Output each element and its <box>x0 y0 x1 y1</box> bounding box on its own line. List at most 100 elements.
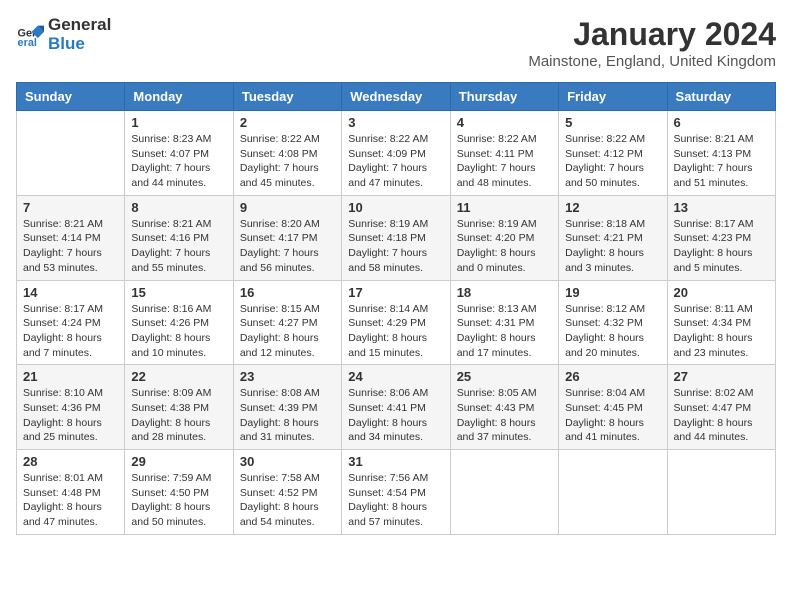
calendar-cell: 4 Sunrise: 8:22 AMSunset: 4:11 PMDaylight… <box>450 111 558 196</box>
day-number: 9 <box>240 200 335 215</box>
day-number: 18 <box>457 285 552 300</box>
day-info: Sunrise: 8:17 AMSunset: 4:23 PMDaylight:… <box>674 217 769 276</box>
calendar-cell: 16Sunrise: 8:15 AMSunset: 4:27 PMDayligh… <box>233 280 341 365</box>
weekday-header-thursday: Thursday <box>450 83 558 111</box>
day-info: Sunrise: 8:22 AMSunset: 4:11 PMDaylight:… <box>457 132 552 191</box>
calendar-cell <box>17 111 125 196</box>
day-number: 10 <box>348 200 443 215</box>
day-info: Sunrise: 8:02 AMSunset: 4:47 PMDaylight:… <box>674 386 769 445</box>
calendar-cell: 8 Sunrise: 8:21 AMSunset: 4:16 PMDaylight… <box>125 195 233 280</box>
day-number: 14 <box>23 285 118 300</box>
calendar-cell: 26Sunrise: 8:04 AMSunset: 4:45 PMDayligh… <box>559 365 667 450</box>
day-number: 30 <box>240 454 335 469</box>
day-number: 22 <box>131 369 226 384</box>
day-info: Sunrise: 8:09 AMSunset: 4:38 PMDaylight:… <box>131 386 226 445</box>
calendar-cell: 19Sunrise: 8:12 AMSunset: 4:32 PMDayligh… <box>559 280 667 365</box>
day-info: Sunrise: 8:21 AMSunset: 4:14 PMDaylight:… <box>23 217 118 276</box>
day-number: 21 <box>23 369 118 384</box>
day-number: 29 <box>131 454 226 469</box>
day-number: 11 <box>457 200 552 215</box>
day-info: Sunrise: 8:05 AMSunset: 4:43 PMDaylight:… <box>457 386 552 445</box>
day-info: Sunrise: 8:21 AMSunset: 4:13 PMDaylight:… <box>674 132 769 191</box>
calendar-cell: 24 Sunrise: 8:06 AMSunset: 4:41 PMDayligh… <box>342 365 450 450</box>
day-number: 25 <box>457 369 552 384</box>
calendar-cell: 14 Sunrise: 8:17 AMSunset: 4:24 PMDayligh… <box>17 280 125 365</box>
weekday-header-row: SundayMondayTuesdayWednesdayThursdayFrid… <box>17 83 776 111</box>
weekday-header-friday: Friday <box>559 83 667 111</box>
calendar-cell: 28 Sunrise: 8:01 AMSunset: 4:48 PMDayligh… <box>17 450 125 535</box>
day-number: 24 <box>348 369 443 384</box>
calendar-cell: 5Sunrise: 8:22 AMSunset: 4:12 PMDaylight… <box>559 111 667 196</box>
day-info: Sunrise: 7:59 AMSunset: 4:50 PMDaylight:… <box>131 471 226 530</box>
weekday-header-monday: Monday <box>125 83 233 111</box>
calendar-cell: 7 Sunrise: 8:21 AMSunset: 4:14 PMDaylight… <box>17 195 125 280</box>
day-info: Sunrise: 8:15 AMSunset: 4:27 PMDaylight:… <box>240 302 335 361</box>
logo-icon: Gen eral <box>16 21 44 49</box>
calendar-cell: 12 Sunrise: 8:18 AMSunset: 4:21 PMDayligh… <box>559 195 667 280</box>
calendar-cell: 18 Sunrise: 8:13 AMSunset: 4:31 PMDayligh… <box>450 280 558 365</box>
calendar-cell: 13 Sunrise: 8:17 AMSunset: 4:23 PMDayligh… <box>667 195 775 280</box>
day-info: Sunrise: 8:16 AMSunset: 4:26 PMDaylight:… <box>131 302 226 361</box>
day-info: Sunrise: 8:21 AMSunset: 4:16 PMDaylight:… <box>131 217 226 276</box>
day-number: 28 <box>23 454 118 469</box>
page-header: Gen eral General Blue January 2024 Mains… <box>16 16 776 70</box>
svg-text:eral: eral <box>18 37 37 49</box>
day-info: Sunrise: 8:18 AMSunset: 4:21 PMDaylight:… <box>565 217 660 276</box>
day-number: 12 <box>565 200 660 215</box>
location-subtitle: Mainstone, England, United Kingdom <box>528 53 776 70</box>
calendar-cell: 29 Sunrise: 7:59 AMSunset: 4:50 PMDayligh… <box>125 450 233 535</box>
logo-blue-text: Blue <box>48 35 111 54</box>
day-info: Sunrise: 8:04 AMSunset: 4:45 PMDaylight:… <box>565 386 660 445</box>
calendar-cell: 17Sunrise: 8:14 AMSunset: 4:29 PMDayligh… <box>342 280 450 365</box>
day-info: Sunrise: 8:20 AMSunset: 4:17 PMDaylight:… <box>240 217 335 276</box>
logo-general-text: General <box>48 16 111 35</box>
day-info: Sunrise: 8:10 AMSunset: 4:36 PMDaylight:… <box>23 386 118 445</box>
title-section: January 2024 Mainstone, England, United … <box>528 16 776 70</box>
day-info: Sunrise: 8:11 AMSunset: 4:34 PMDaylight:… <box>674 302 769 361</box>
calendar-cell: 1 Sunrise: 8:23 AMSunset: 4:07 PMDaylight… <box>125 111 233 196</box>
calendar-cell: 20Sunrise: 8:11 AMSunset: 4:34 PMDayligh… <box>667 280 775 365</box>
week-row-1: 1 Sunrise: 8:23 AMSunset: 4:07 PMDaylight… <box>17 111 776 196</box>
calendar-cell: 21 Sunrise: 8:10 AMSunset: 4:36 PMDayligh… <box>17 365 125 450</box>
day-info: Sunrise: 8:23 AMSunset: 4:07 PMDaylight:… <box>131 132 226 191</box>
day-number: 8 <box>131 200 226 215</box>
calendar-cell: 25 Sunrise: 8:05 AMSunset: 4:43 PMDayligh… <box>450 365 558 450</box>
day-info: Sunrise: 8:13 AMSunset: 4:31 PMDaylight:… <box>457 302 552 361</box>
day-info: Sunrise: 8:08 AMSunset: 4:39 PMDaylight:… <box>240 386 335 445</box>
weekday-header-wednesday: Wednesday <box>342 83 450 111</box>
month-title: January 2024 <box>528 16 776 53</box>
day-info: Sunrise: 8:17 AMSunset: 4:24 PMDaylight:… <box>23 302 118 361</box>
calendar-cell <box>450 450 558 535</box>
calendar-cell: 27 Sunrise: 8:02 AMSunset: 4:47 PMDayligh… <box>667 365 775 450</box>
calendar-cell: 3 Sunrise: 8:22 AMSunset: 4:09 PMDaylight… <box>342 111 450 196</box>
day-number: 7 <box>23 200 118 215</box>
logo: Gen eral General Blue <box>16 16 111 53</box>
day-info: Sunrise: 8:01 AMSunset: 4:48 PMDaylight:… <box>23 471 118 530</box>
calendar-cell <box>667 450 775 535</box>
day-number: 19 <box>565 285 660 300</box>
calendar-cell: 15 Sunrise: 8:16 AMSunset: 4:26 PMDayligh… <box>125 280 233 365</box>
day-number: 5 <box>565 115 660 130</box>
calendar-cell: 10Sunrise: 8:19 AMSunset: 4:18 PMDayligh… <box>342 195 450 280</box>
calendar-cell: 30Sunrise: 7:58 AMSunset: 4:52 PMDayligh… <box>233 450 341 535</box>
day-info: Sunrise: 8:22 AMSunset: 4:09 PMDaylight:… <box>348 132 443 191</box>
day-number: 27 <box>674 369 769 384</box>
day-info: Sunrise: 7:56 AMSunset: 4:54 PMDaylight:… <box>348 471 443 530</box>
day-number: 2 <box>240 115 335 130</box>
day-number: 4 <box>457 115 552 130</box>
day-number: 3 <box>348 115 443 130</box>
day-number: 13 <box>674 200 769 215</box>
calendar-cell <box>559 450 667 535</box>
day-info: Sunrise: 8:06 AMSunset: 4:41 PMDaylight:… <box>348 386 443 445</box>
day-number: 6 <box>674 115 769 130</box>
day-number: 15 <box>131 285 226 300</box>
weekday-header-tuesday: Tuesday <box>233 83 341 111</box>
week-row-4: 21 Sunrise: 8:10 AMSunset: 4:36 PMDayligh… <box>17 365 776 450</box>
day-number: 23 <box>240 369 335 384</box>
day-info: Sunrise: 8:14 AMSunset: 4:29 PMDaylight:… <box>348 302 443 361</box>
calendar-cell: 11Sunrise: 8:19 AMSunset: 4:20 PMDayligh… <box>450 195 558 280</box>
calendar-cell: 31Sunrise: 7:56 AMSunset: 4:54 PMDayligh… <box>342 450 450 535</box>
calendar-cell: 23 Sunrise: 8:08 AMSunset: 4:39 PMDayligh… <box>233 365 341 450</box>
week-row-2: 7 Sunrise: 8:21 AMSunset: 4:14 PMDaylight… <box>17 195 776 280</box>
day-number: 1 <box>131 115 226 130</box>
